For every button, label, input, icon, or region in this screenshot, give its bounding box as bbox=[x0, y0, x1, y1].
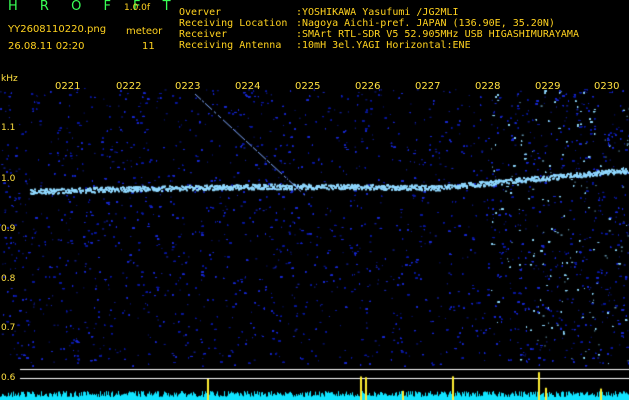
time-tick-label: 0230 bbox=[594, 81, 620, 92]
ytick-label: 0.9 bbox=[1, 224, 16, 234]
time-tick-label: 0225 bbox=[295, 81, 321, 92]
ytick-label: 0.7 bbox=[1, 323, 16, 333]
app-version: 1.0.0f bbox=[124, 3, 151, 13]
antenna-value: :10mH 3el.YAGI Horizontal:ENE bbox=[296, 40, 471, 51]
time-tick-label: 0226 bbox=[355, 81, 381, 92]
spectrogram-canvas bbox=[0, 74, 629, 400]
station-info: Overver :YOSHIKAWA Yasufumi /JG2MLI Recei… bbox=[179, 7, 579, 51]
time-tick-label: 0229 bbox=[535, 81, 561, 92]
receiver-value: :SMArt RTL-SDR V5 52.905MHz USB HIGASHIM… bbox=[296, 29, 579, 40]
time-tick-label: 0224 bbox=[235, 81, 261, 92]
ytick-label: 0.6 bbox=[1, 373, 16, 383]
antenna-row: Receiving Antenna :10mH 3el.YAGI Horizont… bbox=[179, 40, 579, 51]
spectrogram-panel: kHz 1.1 1.0 0.9 0.8 0.7 0.6 0221 0222 02… bbox=[0, 74, 629, 400]
hroft-window: H R O F F T 1.0.0f YY2608110220.png mete… bbox=[0, 0, 629, 400]
receiver-label: Receiver bbox=[179, 29, 228, 40]
header-panel: H R O F F T 1.0.0f YY2608110220.png mete… bbox=[0, 0, 629, 74]
image-filename: YY2608110220.png bbox=[8, 24, 107, 35]
time-tick-label: 0221 bbox=[55, 81, 81, 92]
time-tick-label: 0227 bbox=[415, 81, 441, 92]
ytick-label: 1.1 bbox=[1, 123, 16, 133]
ytick-label: 0.8 bbox=[1, 274, 16, 284]
ytick-label: 1.0 bbox=[1, 174, 16, 184]
observer-label: Overver bbox=[179, 7, 222, 18]
time-tick-label: 0223 bbox=[175, 81, 201, 92]
location-value: :Nagoya Aichi-pref. JAPAN (136.90E, 35.2… bbox=[296, 18, 555, 29]
app-brand: H R O F F T bbox=[8, 0, 180, 14]
antenna-label: Receiving Antenna bbox=[179, 40, 282, 51]
receiver-row: Receiver :SMArt RTL-SDR V5 52.905MHz USB … bbox=[179, 29, 579, 40]
meteor-count: 11 bbox=[142, 41, 155, 52]
detection-mode: meteor bbox=[126, 26, 163, 37]
frequency-unit-label: kHz bbox=[1, 74, 18, 84]
time-tick-label: 0222 bbox=[116, 81, 142, 92]
observer-row: Overver :YOSHIKAWA Yasufumi /JG2MLI bbox=[179, 7, 579, 18]
location-label: Receiving Location bbox=[179, 18, 288, 29]
time-tick-label: 0228 bbox=[475, 81, 501, 92]
location-row: Receiving Location :Nagoya Aichi-pref. JA… bbox=[179, 18, 579, 29]
observer-value: :YOSHIKAWA Yasufumi /JG2MLI bbox=[296, 7, 459, 18]
capture-timestamp: 26.08.11 02:20 bbox=[8, 41, 85, 52]
